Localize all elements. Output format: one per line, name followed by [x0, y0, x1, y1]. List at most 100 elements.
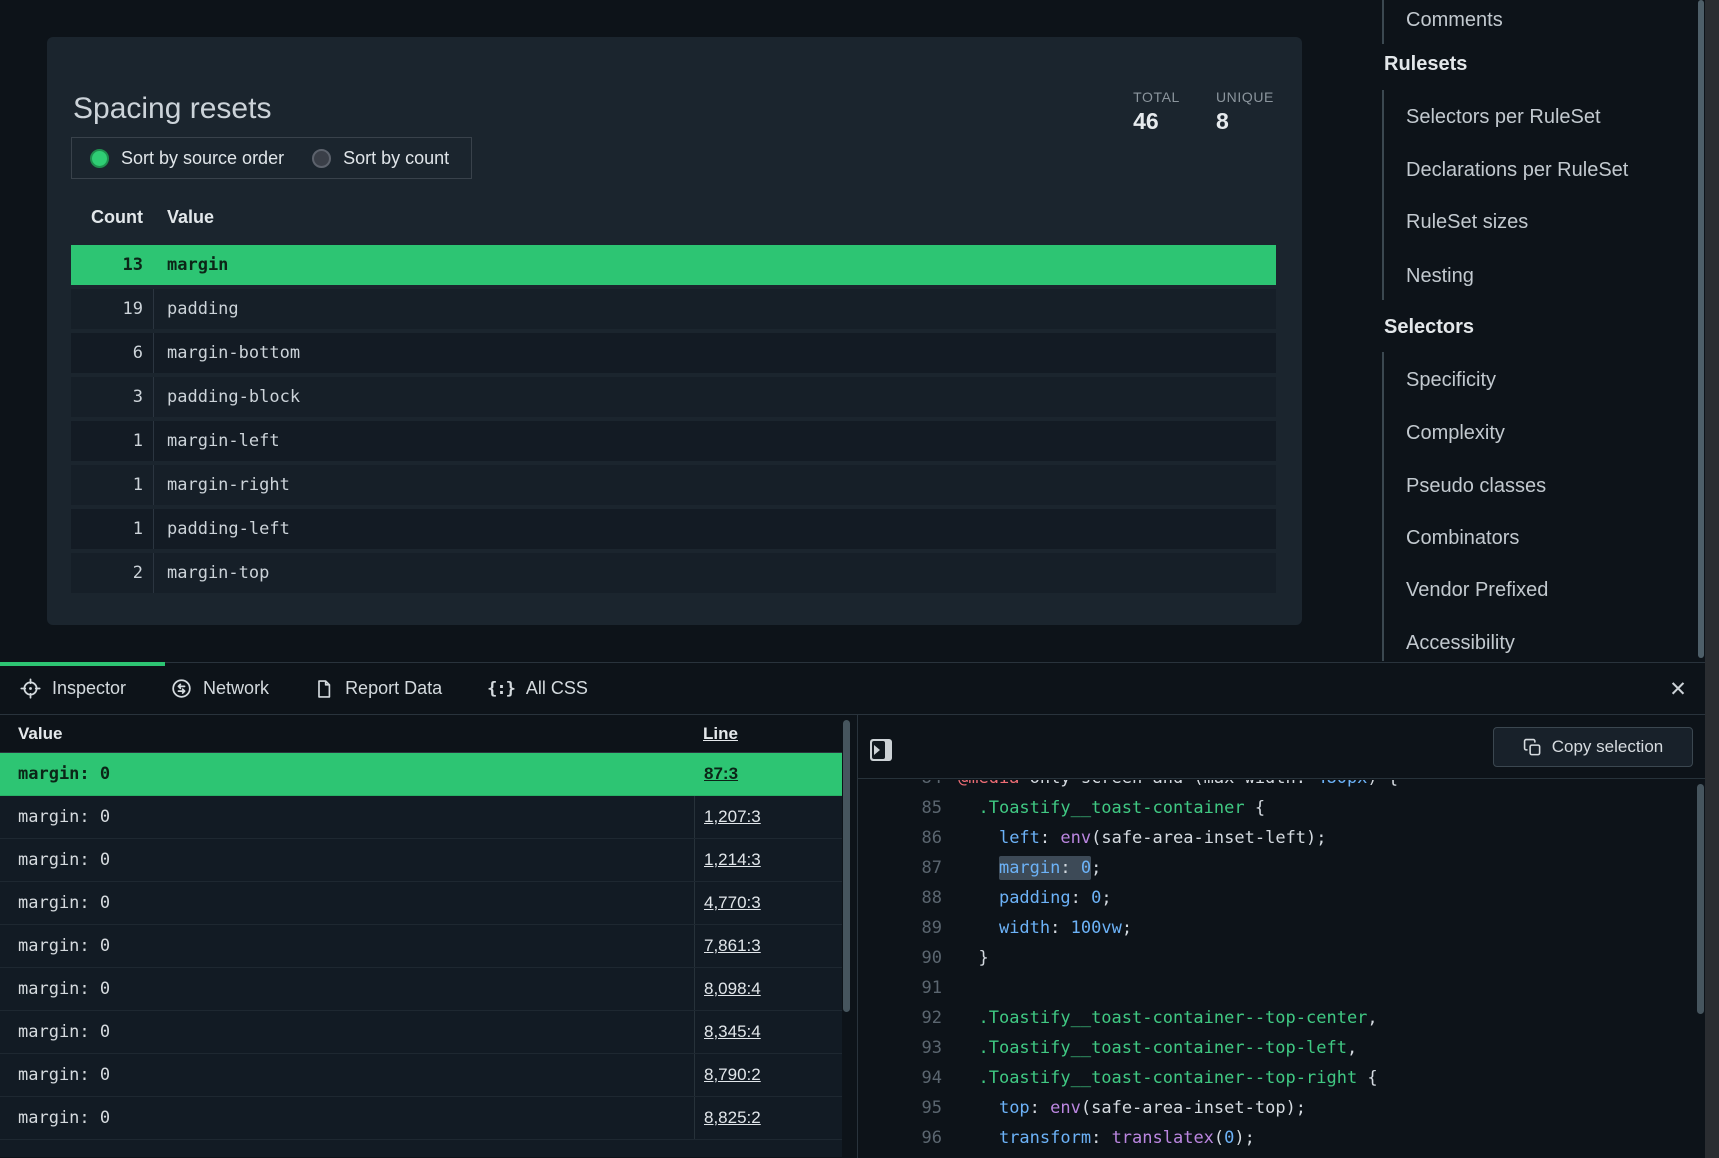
results-line-header[interactable]: Line — [694, 724, 842, 744]
result-row[interactable]: margin: 08,825:2 — [0, 1097, 842, 1140]
tab-all-css[interactable]: {:}All CSS — [487, 678, 588, 699]
radio-selected-icon[interactable] — [90, 149, 109, 168]
card-title: Spacing resets — [73, 92, 271, 126]
line-number: 86 — [858, 823, 942, 853]
code-panel-header: Copy selection — [858, 715, 1705, 779]
result-row[interactable]: margin: 0 87:3 — [0, 753, 842, 796]
result-line-link[interactable]: 8,345:4 — [704, 1022, 761, 1042]
column-separator — [153, 377, 154, 417]
code-token: } — [958, 948, 989, 968]
code-text: .Toastify__toast-container--top-right { — [958, 1068, 1378, 1088]
sidebar-item-declarations-per-ruleset[interactable]: Declarations per RuleSet — [1406, 156, 1628, 184]
page-scrollbar-track[interactable] — [1705, 0, 1719, 1158]
table-row[interactable]: 6margin-bottom — [71, 333, 1276, 373]
code-text: padding: 0; — [958, 888, 1112, 908]
result-row[interactable]: margin: 0 8,098:4 — [0, 968, 842, 1011]
result-row[interactable]: margin: 07,861:3 — [0, 925, 842, 968]
code-line: 86 left: env(safe-area-inset-left); — [858, 823, 1705, 853]
code-token: 100vw — [1071, 918, 1122, 938]
result-row[interactable]: margin: 01,214:3 — [0, 839, 842, 882]
transfer-icon — [171, 678, 192, 699]
row-count: 1 — [71, 519, 143, 539]
code-token — [958, 1038, 978, 1058]
sidebar-item-combinators[interactable]: Combinators — [1406, 524, 1519, 552]
code-token: transform — [999, 1128, 1091, 1148]
code-line: 84@media only screen and (max-width: 480… — [858, 780, 1705, 793]
table-row[interactable]: 19padding — [71, 289, 1276, 329]
result-line-link[interactable]: 8,825:2 — [704, 1108, 761, 1128]
code-token: env — [1050, 1098, 1081, 1118]
code-line: 94 .Toastify__toast-container--top-right… — [858, 1063, 1705, 1093]
result-line-link[interactable]: 8,790:2 — [704, 1065, 761, 1085]
column-separator — [153, 465, 154, 505]
table-row[interactable]: 2margin-top — [71, 553, 1276, 593]
table-row[interactable]: 1padding-left — [71, 509, 1276, 549]
code-token — [958, 888, 999, 908]
result-row[interactable]: margin: 01,207:3 — [0, 796, 842, 839]
column-separator — [153, 333, 154, 373]
close-panel-button[interactable]: ✕ — [1664, 676, 1692, 704]
code-token: ; — [1101, 888, 1111, 908]
spacing-resets-card: Spacing resets TOTAL 46 UNIQUE 8 Sort by… — [47, 37, 1302, 625]
code-token: 0 — [1224, 1128, 1234, 1148]
code-token: @media — [958, 780, 1019, 788]
line-number: 90 — [858, 943, 942, 973]
result-row[interactable]: margin: 04,770:3 — [0, 882, 842, 925]
sidebar-item-complexity[interactable]: Complexity — [1406, 419, 1505, 447]
css-code-viewer[interactable]: 84@media only screen and (max-width: 480… — [858, 780, 1705, 1158]
line-number: 95 — [858, 1093, 942, 1123]
table-row[interactable]: 3padding-block — [71, 377, 1276, 417]
result-row[interactable]: margin: 08,790:2 — [0, 1054, 842, 1097]
result-line-link[interactable]: 1,207:3 — [704, 807, 761, 827]
result-line-link[interactable]: 4,770:3 — [704, 893, 761, 913]
sort-option-count[interactable]: Sort by count — [312, 148, 449, 169]
column-separator — [153, 553, 154, 593]
sidebar-item-nesting[interactable]: Nesting — [1406, 262, 1474, 290]
sidebar-item-comments[interactable]: Comments — [1406, 6, 1503, 34]
result-line-link[interactable]: 1,214:3 — [704, 850, 761, 870]
tab-report-data[interactable]: Report Data — [314, 678, 442, 699]
sidebar-item-ruleset-sizes[interactable]: RuleSet sizes — [1406, 208, 1528, 236]
result-line-link[interactable]: 87:3 — [704, 764, 738, 784]
inspector-results-table: Value Line margin: 087:3margin: 01,207:3… — [0, 715, 842, 1158]
sort-option-source-order[interactable]: Sort by source order — [90, 148, 284, 169]
result-line-link[interactable]: 7,861:3 — [704, 936, 761, 956]
sidebar-item-vendor-prefixed[interactable]: Vendor Prefixed — [1406, 576, 1548, 604]
radio-unselected-icon[interactable] — [312, 149, 331, 168]
code-token: : — [1050, 918, 1070, 938]
code-line: 87 margin: 0; — [858, 853, 1705, 883]
code-scrollbar-thumb[interactable] — [1697, 784, 1704, 1014]
result-value: margin: 0 — [0, 1022, 694, 1042]
code-token: : — [1060, 858, 1080, 878]
page-scrollbar-thumb[interactable] — [1698, 0, 1704, 658]
sidebar-item-pseudo-classes[interactable]: Pseudo classes — [1406, 472, 1546, 500]
table-row[interactable]: 13margin — [71, 245, 1276, 285]
table-row[interactable]: 1margin-right — [71, 465, 1276, 505]
result-value: margin: 0 — [0, 979, 694, 999]
code-token: left — [999, 828, 1040, 848]
results-scrollbar-thumb[interactable] — [843, 720, 850, 1012]
tab-network[interactable]: Network — [171, 678, 269, 699]
result-value: margin: 0 — [0, 764, 694, 784]
sidebar-item-accessibility[interactable]: Accessibility — [1406, 629, 1515, 657]
line-number: 94 — [858, 1063, 942, 1093]
line-number: 84 — [858, 780, 942, 793]
code-token: padding — [999, 888, 1071, 908]
column-separator — [153, 421, 154, 461]
row-count: 1 — [71, 475, 143, 495]
result-row[interactable]: margin: 0 8,345:4 — [0, 1011, 842, 1054]
sidebar-group-border — [1382, 0, 1384, 44]
result-line-link[interactable]: 8,098:4 — [704, 979, 761, 999]
code-text: transform: translatex(0); — [958, 1128, 1255, 1148]
toggle-sidebar-icon[interactable] — [870, 739, 892, 761]
code-token: 0 — [1081, 858, 1091, 878]
copy-selection-button[interactable]: Copy selection — [1493, 727, 1693, 767]
line-number: 89 — [858, 913, 942, 943]
tab-inspector[interactable]: Inspector — [20, 678, 126, 699]
sidebar-item-specificity[interactable]: Specificity — [1406, 366, 1496, 394]
code-token: 0 — [1091, 888, 1101, 908]
table-row[interactable]: 1margin-left — [71, 421, 1276, 461]
code-token — [958, 1128, 999, 1148]
row-count: 13 — [71, 255, 143, 275]
sidebar-item-selectors-per-ruleset[interactable]: Selectors per RuleSet — [1406, 103, 1601, 131]
